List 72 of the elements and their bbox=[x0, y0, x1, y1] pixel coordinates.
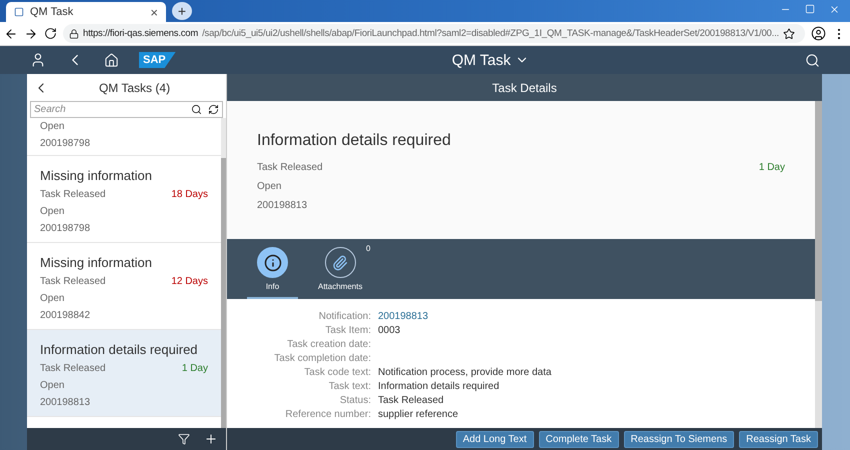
field-label: Task Item: bbox=[324, 325, 371, 336]
task-state: Open bbox=[40, 206, 66, 217]
field-label: Task code text: bbox=[303, 367, 371, 378]
task-status: Task Released bbox=[40, 363, 106, 374]
field-label: Task completion date: bbox=[273, 353, 371, 364]
new-tab-button[interactable]: + bbox=[172, 2, 192, 20]
maximize-icon[interactable] bbox=[805, 4, 815, 14]
object-title: Information details required bbox=[257, 132, 452, 150]
task-number: 200198798 bbox=[40, 223, 92, 234]
task-title: Information details required bbox=[40, 342, 199, 357]
due-text: 18 Days bbox=[171, 189, 208, 200]
field-value: Information details required bbox=[378, 381, 500, 392]
task-number: 200198798 bbox=[40, 138, 92, 149]
logo: SAP bbox=[139, 52, 176, 68]
close-icon[interactable] bbox=[829, 4, 840, 15]
back-icon[interactable] bbox=[4, 26, 18, 40]
task-number: 200198813 bbox=[40, 397, 92, 408]
field-value: Notification process, provide more data bbox=[378, 367, 552, 378]
paperclip-icon bbox=[332, 254, 348, 270]
field-label: Reference number: bbox=[284, 409, 371, 420]
field-value: 0003 bbox=[378, 325, 402, 336]
scrollbar-thumb[interactable] bbox=[815, 101, 822, 301]
info-icon bbox=[264, 254, 282, 272]
task-list-item[interactable]: Information details required Task Released 1 Day Open 200198813 bbox=[27, 330, 221, 417]
object-number: 200198813 bbox=[257, 200, 308, 211]
task-status: Task Released bbox=[40, 276, 106, 287]
task-state: Open bbox=[40, 293, 66, 304]
object-status: Task Released bbox=[257, 162, 323, 173]
task-state: Open bbox=[40, 380, 66, 391]
address-field[interactable]: https://fiori-qas.siemens.com /sap/bc/ui5_ui5/ui2/ushell/shells/abap/FioriLaunchpad.html?saml2=disabled#ZPG_1I_QM_TASK-manage&/TaskHeaderSet/200198813/V1/00... bbox=[63, 24, 805, 43]
browser-tab[interactable]: QM Task × bbox=[6, 2, 166, 22]
action-button[interactable]: Reassign Task bbox=[739, 430, 818, 448]
object-state: Open bbox=[257, 181, 282, 192]
task-state: Open bbox=[40, 121, 66, 132]
scrollbar-thumb[interactable] bbox=[221, 158, 226, 428]
page-icon bbox=[14, 7, 24, 17]
search-field[interactable]: Search bbox=[30, 101, 223, 118]
search-icon[interactable] bbox=[191, 104, 202, 115]
action-button[interactable]: Reassign To Siemens bbox=[624, 430, 734, 448]
tab-count: 0 bbox=[366, 244, 370, 253]
forward-icon[interactable] bbox=[24, 26, 38, 40]
profile-icon[interactable] bbox=[811, 26, 826, 41]
reload-icon[interactable] bbox=[44, 27, 57, 40]
task-title: Missing information bbox=[40, 255, 153, 270]
field-label: Task text: bbox=[328, 381, 371, 392]
due-text: 1 Day bbox=[758, 162, 785, 173]
due-text: 1 Day bbox=[182, 363, 208, 374]
refresh-icon[interactable] bbox=[208, 104, 219, 115]
task-status: Task Released bbox=[40, 189, 106, 200]
due-text: 12 Days bbox=[171, 276, 208, 287]
field-label: Task creation date: bbox=[286, 339, 371, 350]
icon-tab[interactable]: Attachments 0 bbox=[308, 239, 372, 299]
list-title: QM Tasks (4) bbox=[98, 80, 172, 94]
user-icon[interactable] bbox=[30, 52, 46, 68]
lock-icon bbox=[69, 28, 79, 38]
detail-title: Task Details bbox=[227, 74, 822, 101]
tab-close[interactable]: × bbox=[150, 4, 158, 20]
field-value: supplier reference bbox=[378, 409, 460, 420]
field-value: Task Released bbox=[378, 395, 445, 406]
field-label: Notification: bbox=[318, 311, 371, 322]
task-number: 200198842 bbox=[40, 310, 92, 321]
action-button[interactable]: Complete Task bbox=[538, 430, 619, 448]
app-title-menu[interactable]: QM Task bbox=[446, 50, 535, 70]
star-icon[interactable] bbox=[782, 28, 795, 40]
task-title: Missing information bbox=[40, 168, 153, 183]
add-icon[interactable] bbox=[204, 432, 218, 446]
action-button[interactable]: Add Long Text bbox=[456, 430, 534, 448]
home-icon[interactable] bbox=[104, 52, 119, 68]
notification-link[interactable]: 200198813 bbox=[378, 311, 815, 322]
filter-icon[interactable] bbox=[178, 433, 190, 445]
search-icon[interactable] bbox=[805, 52, 820, 68]
field-label: Status: bbox=[338, 395, 371, 406]
